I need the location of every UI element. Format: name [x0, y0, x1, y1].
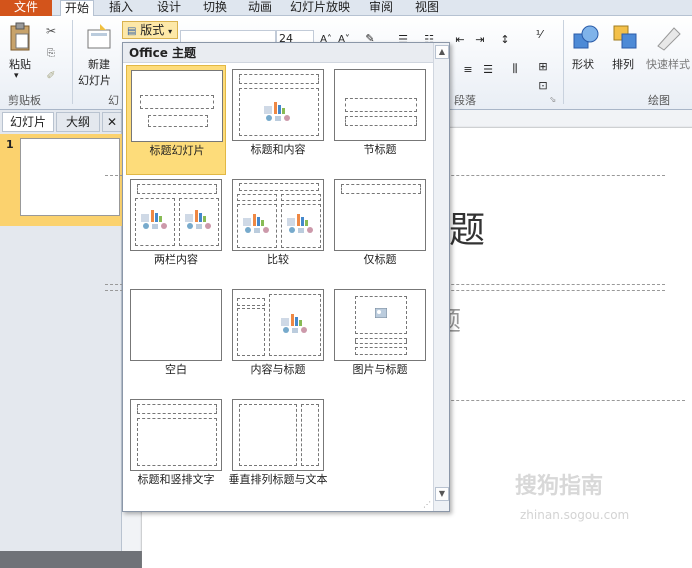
resize-grip-icon[interactable]: ⋰ [423, 500, 431, 509]
layout-title-and-vertical-text[interactable]: 标题和竖排文字 [126, 395, 226, 505]
layout-name: 标题和竖排文字 [137, 473, 215, 486]
layout-name: 节标题 [363, 143, 397, 156]
shapes-icon[interactable] [572, 24, 600, 52]
layout-name: 比较 [267, 253, 289, 266]
layout-vertical-title-and-text[interactable]: 垂直排列标题与文本 [228, 395, 328, 511]
justify-icon[interactable]: ☰ [480, 62, 496, 76]
layout-title-and-content[interactable]: 标题和内容 [228, 65, 328, 175]
layout-name: 垂直排列标题与文本 [228, 473, 328, 486]
slide-thumbnail[interactable]: 1 [0, 134, 122, 226]
layout-name: 图片与标题 [352, 363, 408, 376]
gallery-header: Office 主题 [123, 43, 449, 63]
quick-styles-label[interactable]: 快速样式 [646, 56, 690, 72]
new-slide-icon[interactable] [86, 24, 112, 50]
layout-title-slide[interactable]: 标题幻灯片 [126, 65, 226, 175]
new-slide-label[interactable]: 新建 [88, 56, 110, 72]
layout-thumb [334, 289, 426, 361]
content-placeholder-icon [279, 312, 311, 334]
layout-thumb [130, 289, 222, 361]
arrange-icon[interactable] [612, 24, 640, 52]
watermark-logo: 搜狗指南 [515, 474, 604, 499]
layout-blank[interactable]: 空白 [126, 285, 226, 395]
paragraph-launcher-icon[interactable]: ⬂ [548, 94, 558, 104]
decrease-indent-icon[interactable]: ⇤ [452, 32, 468, 46]
close-panel-icon[interactable]: ✕ [102, 112, 122, 132]
cut-icon[interactable]: ✂ [44, 24, 58, 38]
layout-name: 标题和内容 [250, 143, 306, 156]
layout-name: 内容与标题 [250, 363, 306, 376]
shapes-label[interactable]: 形状 [572, 56, 594, 72]
columns-icon[interactable]: ⫼ [506, 62, 524, 76]
content-placeholder-icon [285, 212, 317, 234]
tab-slideshow[interactable]: 幻灯片放映 [288, 0, 352, 16]
layout-icon: ▤ [127, 26, 137, 37]
layout-thumb [232, 179, 324, 251]
scroll-down-icon[interactable]: ▼ [435, 487, 449, 501]
picture-placeholder-icon [375, 308, 387, 318]
content-placeholder-icon [183, 208, 215, 230]
tab-animations[interactable]: 动画 [243, 0, 277, 16]
layout-thumb [232, 399, 324, 471]
layout-comparison[interactable]: 比较 [228, 175, 328, 285]
slides-group-label: 幻 [108, 94, 119, 107]
chevron-down-icon: ▾ [168, 27, 173, 36]
content-placeholder-icon [139, 208, 171, 230]
align-right-icon[interactable]: ≡ [460, 62, 476, 76]
tab-file[interactable]: 文件 [0, 0, 52, 16]
layout-button-label: 版式 [140, 23, 165, 37]
layout-name: 空白 [165, 363, 187, 376]
new-slide-label-2[interactable]: 幻灯片 [78, 72, 111, 88]
layout-gallery: Office 主题 ▲ ▼ 标题幻灯片 标题和内容 节标题 两栏内容 比较 仅标… [122, 42, 450, 512]
tab-home[interactable]: 开始 [60, 0, 94, 17]
watermark-url: zhinan.sogou.com [520, 508, 630, 522]
tab-transitions[interactable]: 切换 [198, 0, 232, 16]
quick-styles-icon[interactable] [654, 24, 682, 52]
layout-thumb [130, 399, 222, 471]
line-spacing-icon[interactable]: ↕ [496, 32, 514, 46]
group-separator [72, 20, 73, 104]
smartart-icon[interactable]: ⊡ [534, 78, 552, 92]
format-painter-icon[interactable]: ✐ [44, 68, 58, 82]
drawing-group-label: 绘图 [648, 94, 670, 107]
slide-number: 1 [6, 138, 14, 151]
tab-insert[interactable]: 插入 [104, 0, 138, 16]
paste-icon[interactable] [8, 22, 32, 52]
content-placeholder-icon [241, 212, 273, 234]
layout-picture-with-caption[interactable]: 图片与标题 [330, 285, 430, 395]
tab-view[interactable]: 视图 [412, 0, 442, 16]
ribbon-tab-bar: 文件 开始 插入 设计 切换 动画 幻灯片放映 审阅 视图 [0, 0, 692, 17]
layout-content-with-caption[interactable]: 内容与标题 [228, 285, 328, 395]
paste-button-label[interactable]: 粘贴 [9, 56, 31, 72]
layout-name: 标题幻灯片 [149, 144, 205, 157]
layout-thumb [232, 69, 324, 141]
tab-design[interactable]: 设计 [152, 0, 186, 16]
layout-title-only[interactable]: 仅标题 [330, 175, 430, 285]
clipboard-group-label: 剪贴板 [8, 94, 41, 107]
slides-panel: 幻灯片 大纲 ✕ 1 [0, 110, 122, 551]
layout-thumb [334, 69, 426, 141]
layout-thumb [130, 179, 222, 251]
content-placeholder-icon [263, 100, 293, 122]
paste-dropdown-icon[interactable]: ▾ [14, 71, 19, 81]
layout-name: 两栏内容 [154, 253, 198, 266]
group-separator [563, 20, 564, 104]
text-direction-icon[interactable]: ⅟ [530, 26, 548, 42]
layout-two-content[interactable]: 两栏内容 [126, 175, 226, 285]
scroll-up-icon[interactable]: ▲ [435, 45, 449, 59]
align-text-icon[interactable]: ⊞ [534, 58, 552, 74]
layout-thumb [232, 289, 324, 361]
layout-button[interactable]: ▤ 版式 ▾ [122, 21, 178, 39]
layout-thumb [334, 179, 426, 251]
layout-name: 仅标题 [363, 253, 397, 266]
increase-indent-icon[interactable]: ⇥ [472, 32, 488, 46]
gallery-scrollbar[interactable]: ▲ ▼ [433, 43, 449, 511]
layout-thumb [131, 70, 223, 142]
arrange-label[interactable]: 排列 [612, 56, 634, 72]
tab-outline[interactable]: 大纲 [56, 112, 100, 132]
layout-section-header[interactable]: 节标题 [330, 65, 430, 175]
tab-slides[interactable]: 幻灯片 [2, 112, 54, 132]
tab-review[interactable]: 审阅 [366, 0, 396, 16]
copy-icon[interactable]: ⎘ [44, 46, 58, 60]
paragraph-group-label: 段落 [454, 94, 476, 107]
